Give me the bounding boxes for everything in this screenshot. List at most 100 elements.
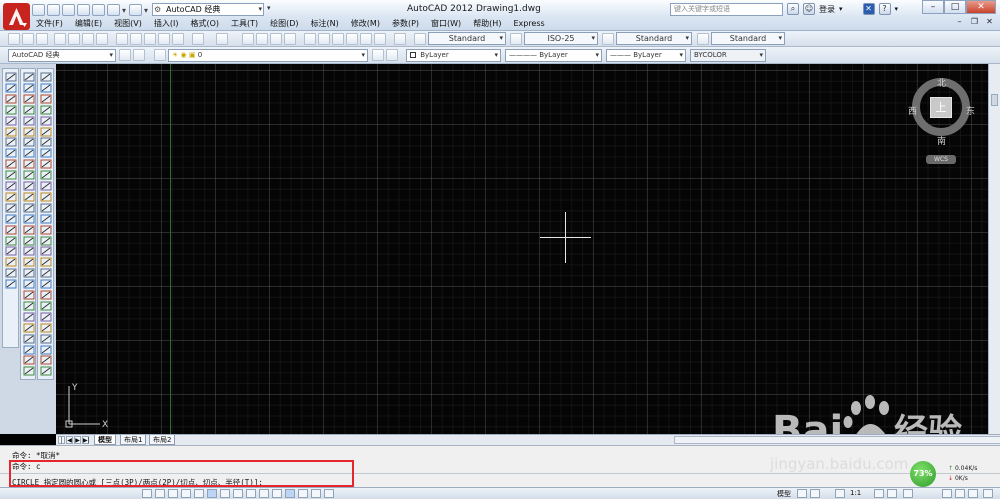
save-as-icon[interactable] bbox=[77, 4, 90, 16]
group-icon[interactable] bbox=[23, 290, 35, 300]
tab-layout2[interactable]: 布局2 bbox=[149, 435, 176, 445]
3d-print-icon[interactable] bbox=[96, 33, 108, 45]
model-space-label[interactable]: 模型 bbox=[777, 489, 791, 499]
dim-edit-icon[interactable] bbox=[40, 257, 52, 267]
rectangle-icon[interactable] bbox=[5, 116, 17, 126]
cut-icon[interactable] bbox=[116, 33, 128, 45]
3d-osnap-icon[interactable] bbox=[220, 489, 230, 498]
print-icon[interactable] bbox=[92, 4, 105, 16]
polyline-icon[interactable] bbox=[5, 94, 17, 104]
menu-item[interactable]: 帮助(H) bbox=[473, 18, 501, 30]
isolate-objects-icon[interactable] bbox=[968, 489, 978, 498]
open-file-icon[interactable] bbox=[47, 4, 60, 16]
menu-item[interactable]: 格式(O) bbox=[190, 18, 219, 30]
qat-customize-icon[interactable]: ▾ bbox=[267, 4, 271, 12]
line-icon[interactable] bbox=[5, 72, 17, 82]
transparency-icon[interactable] bbox=[285, 489, 295, 498]
workspace-switching-icon[interactable] bbox=[903, 489, 913, 498]
mirror-icon[interactable] bbox=[23, 94, 35, 104]
doc-restore-icon[interactable]: ❐ bbox=[968, 16, 981, 28]
ungroup-icon[interactable] bbox=[23, 301, 35, 311]
join-icon[interactable] bbox=[23, 214, 35, 224]
login-button[interactable]: 登录 bbox=[819, 4, 835, 15]
redraw-icon[interactable] bbox=[23, 355, 35, 365]
prev-tab-icon[interactable]: ◀ bbox=[66, 436, 73, 444]
add-selected-icon[interactable] bbox=[5, 279, 17, 289]
search-binoculars-icon[interactable]: ⌕ bbox=[787, 3, 799, 15]
vertical-scrollbar-thumb[interactable] bbox=[991, 94, 998, 106]
drawing-canvas[interactable]: Y X 上 北 南 西 东 WCS Bai 经验 bbox=[56, 64, 988, 434]
linetype-select[interactable]: ———— ByLayer ▾ bbox=[505, 49, 602, 62]
mleader-style-icon[interactable] bbox=[697, 33, 709, 45]
next-tab-icon[interactable]: ▶ bbox=[74, 436, 81, 444]
pan-icon[interactable] bbox=[242, 33, 254, 45]
redo-icon[interactable] bbox=[129, 4, 142, 16]
annotation-scale-value[interactable]: 1:1 bbox=[850, 489, 861, 497]
redo-icon[interactable] bbox=[216, 33, 228, 45]
erase-icon[interactable] bbox=[23, 72, 35, 82]
workspace-settings-icon[interactable] bbox=[119, 49, 131, 61]
dynamic-input-icon[interactable] bbox=[259, 489, 269, 498]
login-dropdown-icon[interactable]: ▾ bbox=[839, 5, 843, 13]
quick-dim-icon[interactable] bbox=[40, 159, 52, 169]
quickcalc-icon[interactable] bbox=[374, 33, 386, 45]
mleader-style-select[interactable]: Standard ▾ bbox=[711, 32, 785, 45]
quick-view-layouts-icon[interactable] bbox=[797, 489, 807, 498]
menu-item[interactable]: 标注(N) bbox=[311, 18, 339, 30]
tolerance-icon[interactable] bbox=[40, 214, 52, 224]
exchange-icon[interactable]: ✕ bbox=[862, 3, 875, 15]
first-tab-icon[interactable]: |◀ bbox=[58, 436, 65, 452]
construction-line-icon[interactable] bbox=[5, 83, 17, 93]
section-icon[interactable] bbox=[40, 355, 52, 365]
make-block-icon[interactable] bbox=[5, 203, 17, 213]
zoom-previous-icon[interactable] bbox=[284, 33, 296, 45]
array-icon[interactable] bbox=[23, 116, 35, 126]
dim-diameter-icon[interactable] bbox=[40, 137, 52, 147]
offset-icon[interactable] bbox=[23, 105, 35, 115]
menu-item[interactable]: 插入(I) bbox=[154, 18, 179, 30]
dim-space-icon[interactable] bbox=[40, 192, 52, 202]
dim-aligned-icon[interactable] bbox=[40, 83, 52, 93]
table-style-icon[interactable] bbox=[602, 33, 614, 45]
undo-dropdown-icon[interactable]: ▾ bbox=[122, 6, 127, 15]
text-edit-icon[interactable] bbox=[23, 323, 35, 333]
layer-previous-icon[interactable] bbox=[133, 49, 145, 61]
tab-model[interactable]: 模型 bbox=[94, 435, 116, 445]
zoom-window-icon[interactable] bbox=[270, 33, 282, 45]
collect-leader-icon[interactable] bbox=[40, 345, 52, 355]
design-center-icon[interactable] bbox=[318, 33, 330, 45]
help-dropdown-icon[interactable]: ▾ bbox=[895, 5, 899, 13]
properties-icon[interactable] bbox=[23, 366, 35, 376]
dim-linear-icon[interactable] bbox=[40, 72, 52, 82]
move-icon[interactable] bbox=[23, 127, 35, 137]
rotate-icon[interactable] bbox=[23, 137, 35, 147]
ortho-mode-icon[interactable] bbox=[181, 489, 191, 498]
menu-item[interactable]: 视图(V) bbox=[114, 18, 142, 30]
copy-icon[interactable] bbox=[130, 33, 142, 45]
network-speed-widget[interactable]: 73% ↑ 0.04K/s ↓ 0K/s bbox=[908, 460, 978, 488]
dim-angular-icon[interactable] bbox=[40, 148, 52, 158]
last-tab-icon[interactable]: ▶| bbox=[82, 436, 90, 444]
tool-palettes-icon[interactable] bbox=[332, 33, 344, 45]
paste-icon[interactable] bbox=[144, 33, 156, 45]
workspace-select[interactable]: ⚙ AutoCAD 经典 ▾ bbox=[152, 3, 264, 16]
dim-ordinate-icon[interactable] bbox=[40, 105, 52, 115]
fillet-icon[interactable] bbox=[23, 236, 35, 246]
table-style-select[interactable]: Standard ▾ bbox=[616, 32, 692, 45]
object-snap-icon[interactable] bbox=[207, 489, 217, 498]
tab-layout1[interactable]: 布局1 bbox=[120, 435, 147, 445]
layer-properties-icon[interactable] bbox=[154, 49, 166, 61]
break-at-point-icon[interactable] bbox=[23, 192, 35, 202]
menu-item[interactable]: 修改(M) bbox=[351, 18, 380, 30]
jogged-linear-icon[interactable] bbox=[40, 246, 52, 256]
hardware-acceleration-icon[interactable] bbox=[955, 489, 965, 498]
osnap-tracking-icon[interactable] bbox=[233, 489, 243, 498]
zoom-realtime-icon[interactable] bbox=[256, 33, 268, 45]
help-icon[interactable]: ? bbox=[878, 3, 891, 15]
viewcube-west[interactable]: 西 bbox=[908, 104, 917, 117]
edit-polyline-icon[interactable] bbox=[23, 345, 35, 355]
doc-minimize-icon[interactable]: – bbox=[953, 16, 966, 28]
grid-display-icon[interactable] bbox=[168, 489, 178, 498]
clean-screen-icon[interactable] bbox=[983, 489, 993, 498]
dynamic-ucs-icon[interactable] bbox=[246, 489, 256, 498]
